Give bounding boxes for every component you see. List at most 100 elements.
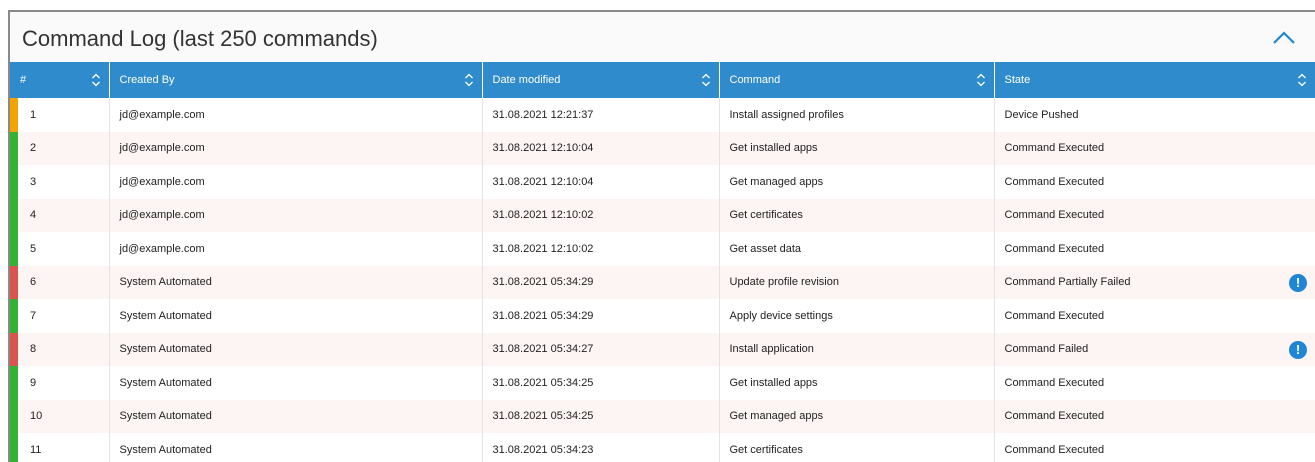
alert-info-icon[interactable]: !: [1289, 273, 1307, 292]
command-cell: Get managed apps: [719, 165, 995, 199]
status-indicator-success: [10, 366, 18, 400]
created-by-cell: System Automated: [109, 265, 483, 299]
command-text: Get installed apps: [729, 142, 818, 155]
command-text: Install assigned profiles: [729, 108, 844, 121]
chevron-up-icon: [1273, 31, 1295, 44]
row-number-text: 10: [30, 410, 43, 423]
date-modified-cell: 31.08.2021 12:10:02: [482, 198, 720, 232]
row-number-cell: 6: [10, 265, 110, 299]
sort-icon[interactable]: [464, 72, 474, 88]
state-cell: Command Executed: [994, 198, 1315, 232]
state-cell: Command Executed: [994, 433, 1315, 462]
date-modified-cell: 31.08.2021 05:34:25: [482, 366, 720, 400]
alert-info-icon[interactable]: !: [1289, 340, 1307, 359]
status-indicator-success: [10, 198, 18, 232]
row-number-cell: 2: [10, 131, 110, 165]
row-number-text: 9: [30, 376, 37, 389]
column-header-command[interactable]: Command: [719, 62, 995, 98]
command-cell: Update profile revision: [719, 265, 995, 299]
column-header-created-by[interactable]: Created By: [109, 62, 483, 98]
created-by-cell: jd@example.com: [109, 165, 483, 199]
row-number-cell: 1: [10, 98, 110, 132]
sort-icon[interactable]: [91, 72, 101, 88]
status-indicator-success: [10, 299, 18, 333]
date-modified-text: 31.08.2021 05:34:29: [492, 309, 594, 322]
created-by-text: jd@example.com: [119, 142, 205, 155]
date-modified-text: 31.08.2021 05:34:29: [492, 276, 594, 289]
row-number-text: 6: [30, 276, 37, 289]
command-text: Get managed apps: [729, 410, 824, 423]
collapse-button[interactable]: [1271, 28, 1297, 48]
date-modified-cell: 31.08.2021 05:34:23: [482, 433, 720, 462]
status-indicator-failed: [10, 265, 18, 299]
command-cell: Get installed apps: [719, 366, 995, 400]
row-number-cell: 3: [10, 165, 110, 199]
table-row[interactable]: 8 System Automated 31.08.2021 05:34:27 Inst…: [10, 332, 1315, 366]
state-text: Command Executed: [1004, 376, 1105, 389]
command-text: Get certificates: [729, 443, 803, 456]
state-cell: Device Pushed: [994, 98, 1315, 132]
table-row[interactable]: 9 System Automated 31.08.2021 05:34:25 Get …: [10, 366, 1315, 400]
column-header-number[interactable]: #: [10, 62, 110, 98]
table-row[interactable]: 1 jd@example.com 31.08.2021 12:21:37 Instal…: [10, 98, 1315, 132]
table-header-row: # Created By Date modified Command State: [10, 62, 1315, 98]
command-cell: Get installed apps: [719, 131, 995, 165]
command-text: Install application: [729, 343, 814, 356]
table-row[interactable]: 6 System Automated 31.08.2021 05:34:29 Upda…: [10, 265, 1315, 299]
created-by-text: System Automated: [119, 376, 212, 389]
created-by-text: System Automated: [119, 343, 212, 356]
sort-icon[interactable]: [1297, 72, 1307, 88]
date-modified-cell: 31.08.2021 05:34:29: [482, 265, 720, 299]
table-row[interactable]: 7 System Automated 31.08.2021 05:34:29 Appl…: [10, 299, 1315, 333]
created-by-cell: System Automated: [109, 332, 483, 366]
state-text: Command Executed: [1004, 142, 1105, 155]
state-cell: Command Executed: [994, 165, 1315, 199]
status-indicator-success: [10, 165, 18, 199]
command-text: Get asset data: [729, 242, 802, 255]
command-text: Get installed apps: [729, 376, 818, 389]
date-modified-text: 31.08.2021 12:21:37: [492, 108, 594, 121]
status-indicator-success: [10, 433, 18, 462]
row-number-text: 3: [30, 175, 37, 188]
command-text: Apply device settings: [729, 309, 833, 322]
command-log-table: # Created By Date modified Command State 1 jd…: [10, 62, 1315, 462]
status-indicator-success: [10, 131, 18, 165]
command-cell: Apply device settings: [719, 299, 995, 333]
command-cell: Get asset data: [719, 232, 995, 266]
command-cell: Get managed apps: [719, 399, 995, 433]
state-cell: Command Executed: [994, 299, 1315, 333]
state-text: Command Executed: [1004, 443, 1105, 456]
table-body: 1 jd@example.com 31.08.2021 12:21:37 Instal…: [10, 98, 1315, 462]
table-row[interactable]: 3 jd@example.com 31.08.2021 12:10:04 Get ma…: [10, 165, 1315, 199]
table-row[interactable]: 4 jd@example.com 31.08.2021 12:10:02 Get ce…: [10, 198, 1315, 232]
date-modified-text: 31.08.2021 05:34:25: [492, 410, 594, 423]
column-header-date-modified[interactable]: Date modified: [482, 62, 720, 98]
command-cell: Install application: [719, 332, 995, 366]
sort-icon[interactable]: [701, 72, 711, 88]
command-cell: Get certificates: [719, 433, 995, 462]
date-modified-cell: 31.08.2021 12:21:37: [482, 98, 720, 132]
column-header-state[interactable]: State: [994, 62, 1315, 98]
state-text: Command Failed: [1004, 343, 1089, 356]
status-indicator-pending: [10, 98, 18, 132]
column-header-label: Command: [729, 74, 781, 86]
table-row[interactable]: 2 jd@example.com 31.08.2021 12:10:04 Get in…: [10, 131, 1315, 165]
created-by-text: System Automated: [119, 309, 212, 322]
command-text: Update profile revision: [729, 276, 839, 289]
state-text: Command Partially Failed: [1004, 276, 1131, 289]
table-row[interactable]: 10 System Automated 31.08.2021 05:34:25 Get…: [10, 399, 1315, 433]
table-row[interactable]: 11 System Automated 31.08.2021 05:34:23 Get…: [10, 433, 1315, 462]
command-cell: Get certificates: [719, 198, 995, 232]
date-modified-cell: 31.08.2021 05:34:25: [482, 399, 720, 433]
created-by-text: jd@example.com: [119, 108, 205, 121]
state-text: Command Executed: [1004, 410, 1105, 423]
created-by-cell: System Automated: [109, 433, 483, 462]
date-modified-cell: 31.08.2021 12:10:02: [482, 232, 720, 266]
row-number-text: 1: [30, 108, 37, 121]
row-number-text: 5: [30, 242, 37, 255]
column-header-label: Date modified: [492, 74, 561, 86]
date-modified-cell: 31.08.2021 05:34:29: [482, 299, 720, 333]
table-row[interactable]: 5 jd@example.com 31.08.2021 12:10:02 Get as…: [10, 232, 1315, 266]
state-text: Command Executed: [1004, 309, 1105, 322]
sort-icon[interactable]: [976, 72, 986, 88]
